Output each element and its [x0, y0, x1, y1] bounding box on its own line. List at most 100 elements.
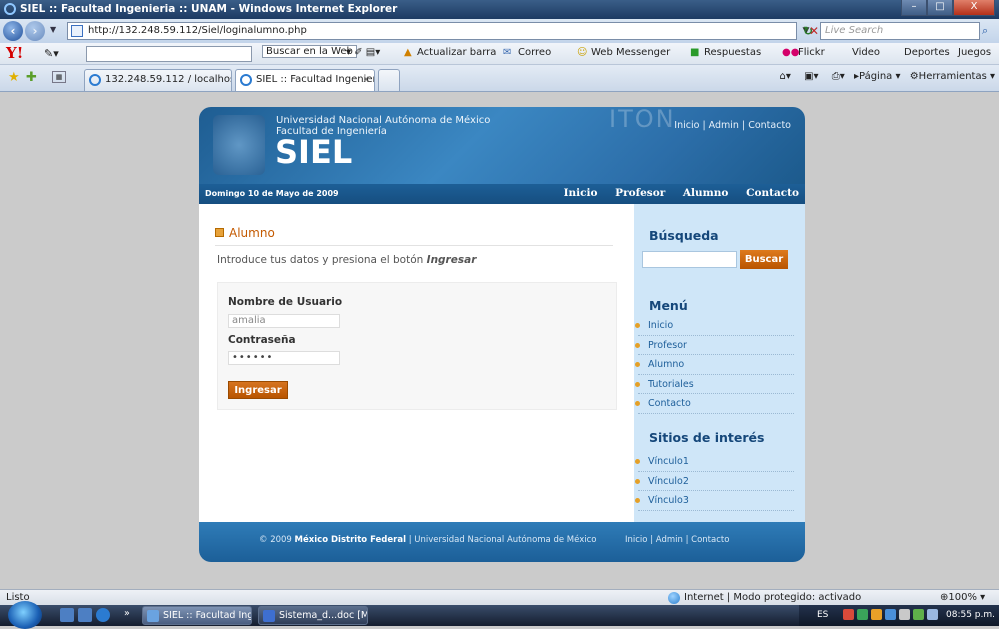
footer-link-admin[interactable]: Admin — [656, 535, 683, 545]
yahoo-item-actualizar[interactable]: Actualizar barra — [417, 47, 496, 58]
highlight-icon[interactable]: ▾ ✐ ▤▾ — [346, 47, 380, 58]
maximize-button[interactable]: □ — [927, 0, 953, 16]
back-button[interactable]: ‹ — [3, 21, 23, 41]
current-date: Domingo 10 de Mayo de 2009 — [205, 189, 339, 198]
start-button[interactable] — [8, 601, 42, 629]
link-vinculo1[interactable]: Vínculo1 — [635, 452, 794, 472]
yahoo-search-button[interactable]: Buscar en la Web — [262, 45, 357, 58]
yahoo-item-respuestas[interactable]: Respuestas — [704, 47, 761, 58]
page-menu[interactable]: ▸Página ▾ — [854, 71, 901, 82]
feeds-icon[interactable]: ▣▾ — [804, 71, 818, 82]
taskbar-item-label: Sistema_d...doc [Mo... — [279, 610, 367, 621]
menu-item-alumno[interactable]: Alumno — [635, 355, 794, 375]
yahoo-item-correo[interactable]: Correo — [518, 47, 551, 58]
main-nav: Domingo 10 de Mayo de 2009 Inicio Profes… — [199, 184, 805, 204]
footer-link-inicio[interactable]: Inicio — [625, 535, 648, 545]
buscar-button[interactable]: Buscar — [740, 250, 788, 269]
tabs-bar: ★ ✚ ▦ 132.248.59.112 / localhost ... SIE… — [0, 65, 999, 92]
tray-app-icon[interactable] — [871, 609, 882, 620]
live-search-input[interactable]: Live Search — [820, 22, 980, 40]
taskbar-item-word[interactable]: Sistema_d...doc [Mo... — [258, 606, 368, 625]
ingresar-button[interactable]: Ingresar — [228, 381, 288, 399]
footer-links: Inicio | Admin | Contacto — [625, 535, 729, 545]
tab-close-icon[interactable]: x — [363, 70, 369, 90]
search-icon[interactable]: ⌕ — [982, 22, 996, 40]
yahoo-item-video[interactable]: Video — [852, 47, 880, 58]
menu-item-profesor[interactable]: Profesor — [635, 336, 794, 355]
system-tray: ES 08:55 p.m. — [799, 605, 999, 626]
zoom-control[interactable]: ⊕100% ▾ — [940, 592, 985, 603]
taskbar: » SIEL :: Facultad Inge... Sistema_d...d… — [0, 601, 999, 629]
network-icon[interactable] — [913, 609, 924, 620]
tray-app-icon[interactable] — [885, 609, 896, 620]
menu-item-contacto[interactable]: Contacto — [635, 394, 794, 414]
tools-menu[interactable]: ⚙Herramientas ▾ — [910, 71, 995, 82]
nav-alumno[interactable]: Alumno — [683, 187, 729, 199]
language-indicator[interactable]: ES — [817, 610, 828, 620]
tray-app-icon[interactable] — [857, 609, 868, 620]
command-bar: ⌂▾ ▣▾ ⎙▾ ▸Página ▾ ⚙Herramientas ▾ — [780, 71, 995, 82]
top-link-contacto[interactable]: Contacto — [748, 120, 791, 131]
yahoo-item-juegos[interactable]: Juegos — [958, 47, 991, 58]
clock[interactable]: 08:55 p.m. — [946, 610, 995, 620]
favorites-star-icon[interactable]: ★ — [8, 70, 20, 85]
yahoo-toolbar: Y! ✎▾ Buscar en la Web ▾ ✐ ▤▾ ▲ Actualiz… — [0, 43, 999, 65]
security-zone[interactable]: Internet | Modo protegido: activado — [668, 592, 861, 604]
footer-copy: © 2009 — [259, 535, 292, 545]
intro-text: Introduce tus datos y presiona el botón … — [217, 254, 476, 266]
nav-contacto[interactable]: Contacto — [746, 187, 799, 199]
address-bar: ‹ › ▼ http://132.248.59.112/Siel/loginal… — [0, 19, 999, 43]
links-heading: Sitios de interés — [649, 430, 765, 445]
link-vinculo3[interactable]: Vínculo3 — [635, 491, 794, 511]
tab-siel[interactable]: SIEL :: Facultad Ingenier... x — [235, 69, 375, 91]
add-favorites-icon[interactable]: ✚ — [26, 70, 37, 85]
print-icon[interactable]: ⎙▾ — [832, 71, 845, 82]
sidebar: Búsqueda Buscar Menú Inicio Profesor Alu… — [634, 204, 805, 522]
tray-app-icon[interactable] — [899, 609, 910, 620]
show-desktop-icon[interactable] — [60, 608, 74, 622]
quick-tabs-icon[interactable]: ▦ — [52, 71, 66, 83]
yahoo-item-flickr[interactable]: Flickr — [798, 47, 825, 58]
nav-profesor[interactable]: Profesor — [615, 187, 665, 199]
volume-icon[interactable] — [927, 609, 938, 620]
menu-item-inicio[interactable]: Inicio — [635, 316, 794, 336]
window-title: SIEL :: Facultad Ingenieria :: UNAM - Wi… — [20, 3, 398, 15]
chevron-icon[interactable]: » — [124, 608, 130, 619]
yahoo-logo-icon[interactable]: Y! — [6, 44, 23, 62]
taskbar-item-siel[interactable]: SIEL :: Facultad Inge... — [142, 606, 252, 625]
yahoo-search-input[interactable] — [86, 46, 252, 62]
forward-button[interactable]: › — [25, 21, 45, 41]
password-input[interactable]: •••••• — [228, 351, 340, 365]
username-input[interactable]: amalia — [228, 314, 340, 328]
history-dropdown-icon[interactable]: ▼ — [50, 25, 56, 34]
ie-quicklaunch-icon[interactable] — [96, 608, 110, 622]
footer-link-contacto[interactable]: Contacto — [691, 535, 729, 545]
menu-item-tutoriales[interactable]: Tutoriales — [635, 375, 794, 394]
password-value: •••••• — [232, 352, 274, 363]
close-button[interactable]: X — [953, 0, 995, 16]
search-heading: Búsqueda — [649, 228, 719, 243]
tab-localhost[interactable]: 132.248.59.112 / localhost ... — [84, 69, 232, 91]
top-link-inicio[interactable]: Inicio — [674, 120, 699, 131]
nav-inicio[interactable]: Inicio — [564, 187, 598, 199]
pencil-icon[interactable]: ✎▾ — [44, 47, 59, 60]
home-icon[interactable]: ⌂▾ — [780, 71, 791, 82]
ie-icon — [147, 610, 159, 622]
main-content: Alumno Introduce tus datos y presiona el… — [199, 204, 805, 522]
new-tab-button[interactable] — [378, 69, 400, 91]
link-vinculo2[interactable]: Vínculo2 — [635, 472, 794, 491]
top-link-admin[interactable]: Admin — [709, 120, 739, 131]
site-header: Universidad Nacional Autónoma de México … — [199, 107, 805, 184]
tray-app-icon[interactable] — [843, 609, 854, 620]
switch-windows-icon[interactable] — [78, 608, 92, 622]
yahoo-item-messenger[interactable]: Web Messenger — [591, 47, 670, 58]
url-text: http://132.248.59.112/Siel/loginalumno.p… — [88, 25, 307, 36]
username-label: Nombre de Usuario — [228, 296, 343, 308]
minimize-button[interactable]: – — [901, 0, 927, 16]
flickr-icon: ●● — [782, 47, 800, 58]
password-label: Contraseña — [228, 334, 296, 346]
site-search-input[interactable] — [642, 251, 737, 268]
url-input[interactable]: http://132.248.59.112/Siel/loginalumno.p… — [67, 22, 797, 40]
page-menu-label: Página — [859, 71, 893, 82]
yahoo-item-deportes[interactable]: Deportes — [904, 47, 950, 58]
